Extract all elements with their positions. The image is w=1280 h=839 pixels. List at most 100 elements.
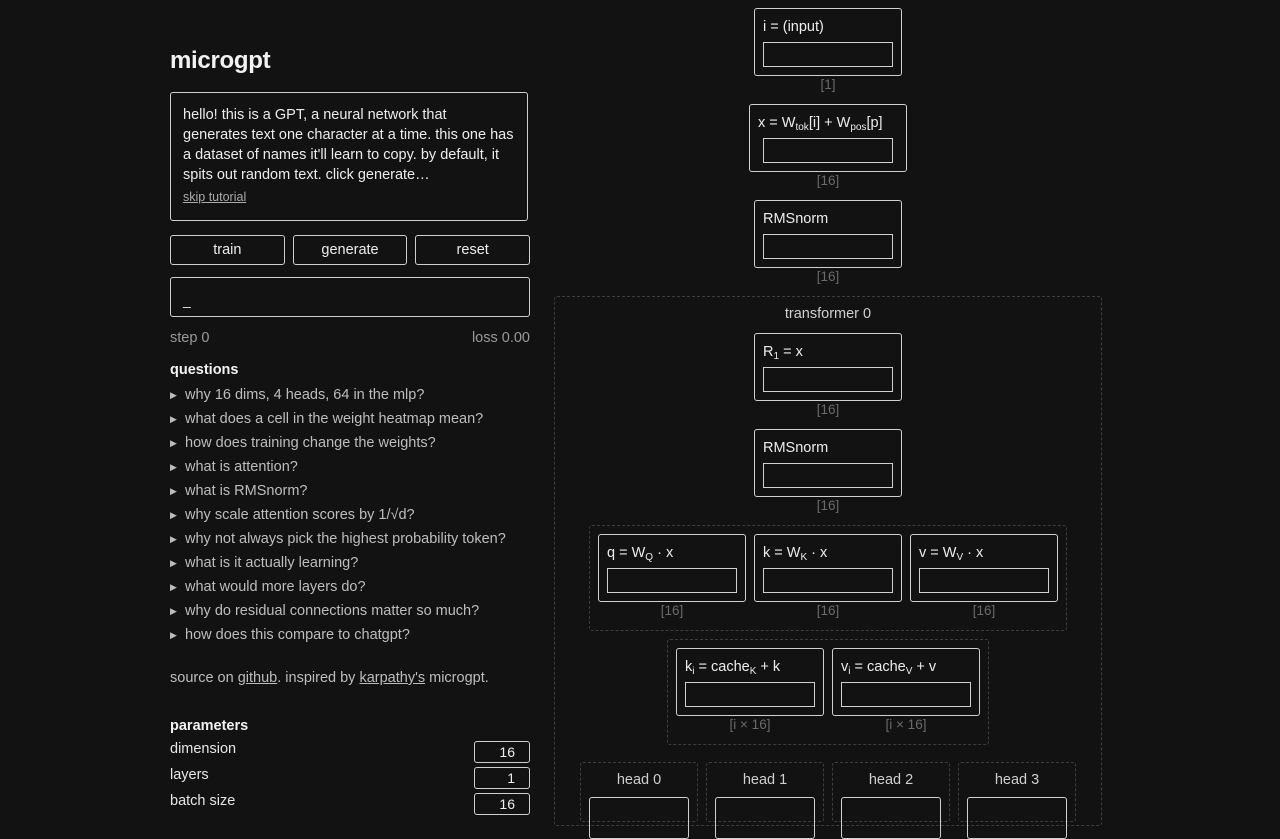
skip-tutorial-link[interactable]: skip tutorial [183, 190, 246, 204]
head-content [715, 797, 815, 839]
loss-value: loss 0.00 [471, 330, 530, 346]
value-cache-node[interactable]: vi = cacheV + v [832, 648, 980, 716]
head-content [841, 797, 941, 839]
query-dim: [16] [660, 603, 684, 618]
question-item[interactable]: ▶ what does a cell in the weight heatmap … [170, 410, 530, 434]
attention-head-3[interactable]: head 3 [958, 762, 1076, 839]
rmsnorm-dim: [16] [816, 269, 840, 284]
param-layers: layers [170, 767, 530, 793]
expand-triangle-icon: ▶ [170, 390, 177, 400]
key-cache-dim: [i × 16] [729, 717, 771, 732]
app-title: microgpt [170, 47, 271, 74]
head-content [967, 797, 1067, 839]
residual-vector [763, 367, 893, 392]
node-label: i = (input) [763, 19, 824, 35]
question-item[interactable]: ▶ what is attention? [170, 458, 530, 482]
query-vector [607, 568, 737, 593]
expand-triangle-icon: ▶ [170, 414, 177, 424]
expand-triangle-icon: ▶ [170, 630, 177, 640]
expand-triangle-icon: ▶ [170, 582, 177, 592]
rmsnorm-node[interactable]: RMSnorm [754, 200, 902, 268]
head-title: head 2 [868, 772, 914, 788]
step-counter: step 0 [170, 330, 210, 346]
attention-head-1[interactable]: head 1 [706, 762, 824, 839]
question-item[interactable]: ▶ what is it actually learning? [170, 554, 530, 578]
rmsnorm-vector [763, 234, 893, 259]
question-item[interactable]: ▶ why scale attention scores by 1/√d? [170, 506, 530, 530]
node-label: RMSnorm [763, 211, 829, 227]
expand-triangle-icon: ▶ [170, 438, 177, 448]
question-item[interactable]: ▶ what is RMSnorm? [170, 482, 530, 506]
reset-button[interactable]: reset [415, 235, 531, 265]
question-item[interactable]: ▶ why do residual connections matter so m… [170, 602, 530, 626]
rmsnorm-vector [763, 463, 893, 488]
parameters-title: parameters [170, 718, 249, 734]
key-cache-node[interactable]: ki = cacheK + k [676, 648, 824, 716]
tutorial-text: hello! this is a GPT, a neural network t… [183, 107, 514, 183]
residual-node[interactable]: R1 = x [754, 333, 902, 401]
param-label: batch size [170, 793, 236, 809]
training-status: step 0 loss 0.00 [170, 330, 530, 346]
question-item[interactable]: ▶ how does training change the weights? [170, 434, 530, 458]
input-node[interactable]: i = (input) [754, 8, 902, 76]
param-dimension: dimension [170, 741, 530, 767]
residual-dim: [16] [816, 402, 840, 417]
key-dim: [16] [816, 603, 840, 618]
karpathy-link[interactable]: karpathy's [359, 670, 425, 686]
key-cache-vector [685, 682, 815, 707]
dimension-input[interactable] [474, 741, 530, 763]
generated-output: _ [170, 277, 530, 317]
question-item[interactable]: ▶ why 16 dims, 4 heads, 64 in the mlp? [170, 386, 530, 410]
generate-button[interactable]: generate [292, 235, 408, 265]
value-cache-vector [841, 682, 971, 707]
control-buttons: train generate reset [170, 235, 531, 265]
output-text: _ [183, 292, 191, 308]
value-node[interactable]: v = WV · x [910, 534, 1058, 602]
head-title: head 1 [742, 772, 788, 788]
node-label: vi = cacheV + v [841, 659, 937, 677]
value-vector [919, 568, 1049, 593]
expand-triangle-icon: ▶ [170, 462, 177, 472]
question-item[interactable]: ▶ why not always pick the highest probabi… [170, 530, 530, 554]
node-label: k = WK · x [763, 545, 828, 563]
node-label: v = WV · x [919, 545, 984, 563]
attention-head-2[interactable]: head 2 [832, 762, 950, 839]
rmsnorm-dim: [16] [816, 498, 840, 513]
questions-title: questions [170, 362, 239, 378]
questions-list: ▶ why 16 dims, 4 heads, 64 in the mlp? ▶ w… [170, 386, 530, 650]
param-batch-size: batch size [170, 793, 530, 819]
github-link[interactable]: github [238, 670, 278, 686]
param-label: layers [170, 767, 209, 783]
tutorial-box: hello! this is a GPT, a neural network t… [170, 92, 528, 221]
expand-triangle-icon: ▶ [170, 486, 177, 496]
input-dim: [1] [820, 77, 836, 92]
batch-size-input[interactable] [474, 793, 530, 815]
expand-triangle-icon: ▶ [170, 534, 177, 544]
question-item[interactable]: ▶ what would more layers do? [170, 578, 530, 602]
key-vector [763, 568, 893, 593]
train-button[interactable]: train [170, 235, 285, 265]
embedding-dim: [16] [816, 173, 840, 188]
layers-input[interactable] [474, 767, 530, 789]
embedding-vector [763, 138, 893, 163]
node-label: q = WQ · x [607, 545, 674, 563]
key-node[interactable]: k = WK · x [754, 534, 902, 602]
embedding-node[interactable]: x = Wtok[i] + Wpos[p] [749, 104, 907, 172]
head-title: head 0 [616, 772, 662, 788]
rmsnorm-node[interactable]: RMSnorm [754, 429, 902, 497]
transformer-title: transformer 0 [784, 306, 872, 322]
value-cache-dim: [i × 16] [885, 717, 927, 732]
node-label: ki = cacheK + k [685, 659, 781, 677]
query-node[interactable]: q = WQ · x [598, 534, 746, 602]
attention-head-0[interactable]: head 0 [580, 762, 698, 839]
value-dim: [16] [972, 603, 996, 618]
expand-triangle-icon: ▶ [170, 606, 177, 616]
param-label: dimension [170, 741, 237, 757]
node-label: RMSnorm [763, 440, 829, 456]
expand-triangle-icon: ▶ [170, 510, 177, 520]
node-label: R1 = x [763, 344, 803, 362]
question-item[interactable]: ▶ how does this compare to chatgpt? [170, 626, 530, 650]
node-label: x = Wtok[i] + Wpos[p] [758, 115, 883, 133]
input-vector [763, 42, 893, 67]
source-credits: source on github. inspired by karpathy's… [170, 670, 489, 686]
